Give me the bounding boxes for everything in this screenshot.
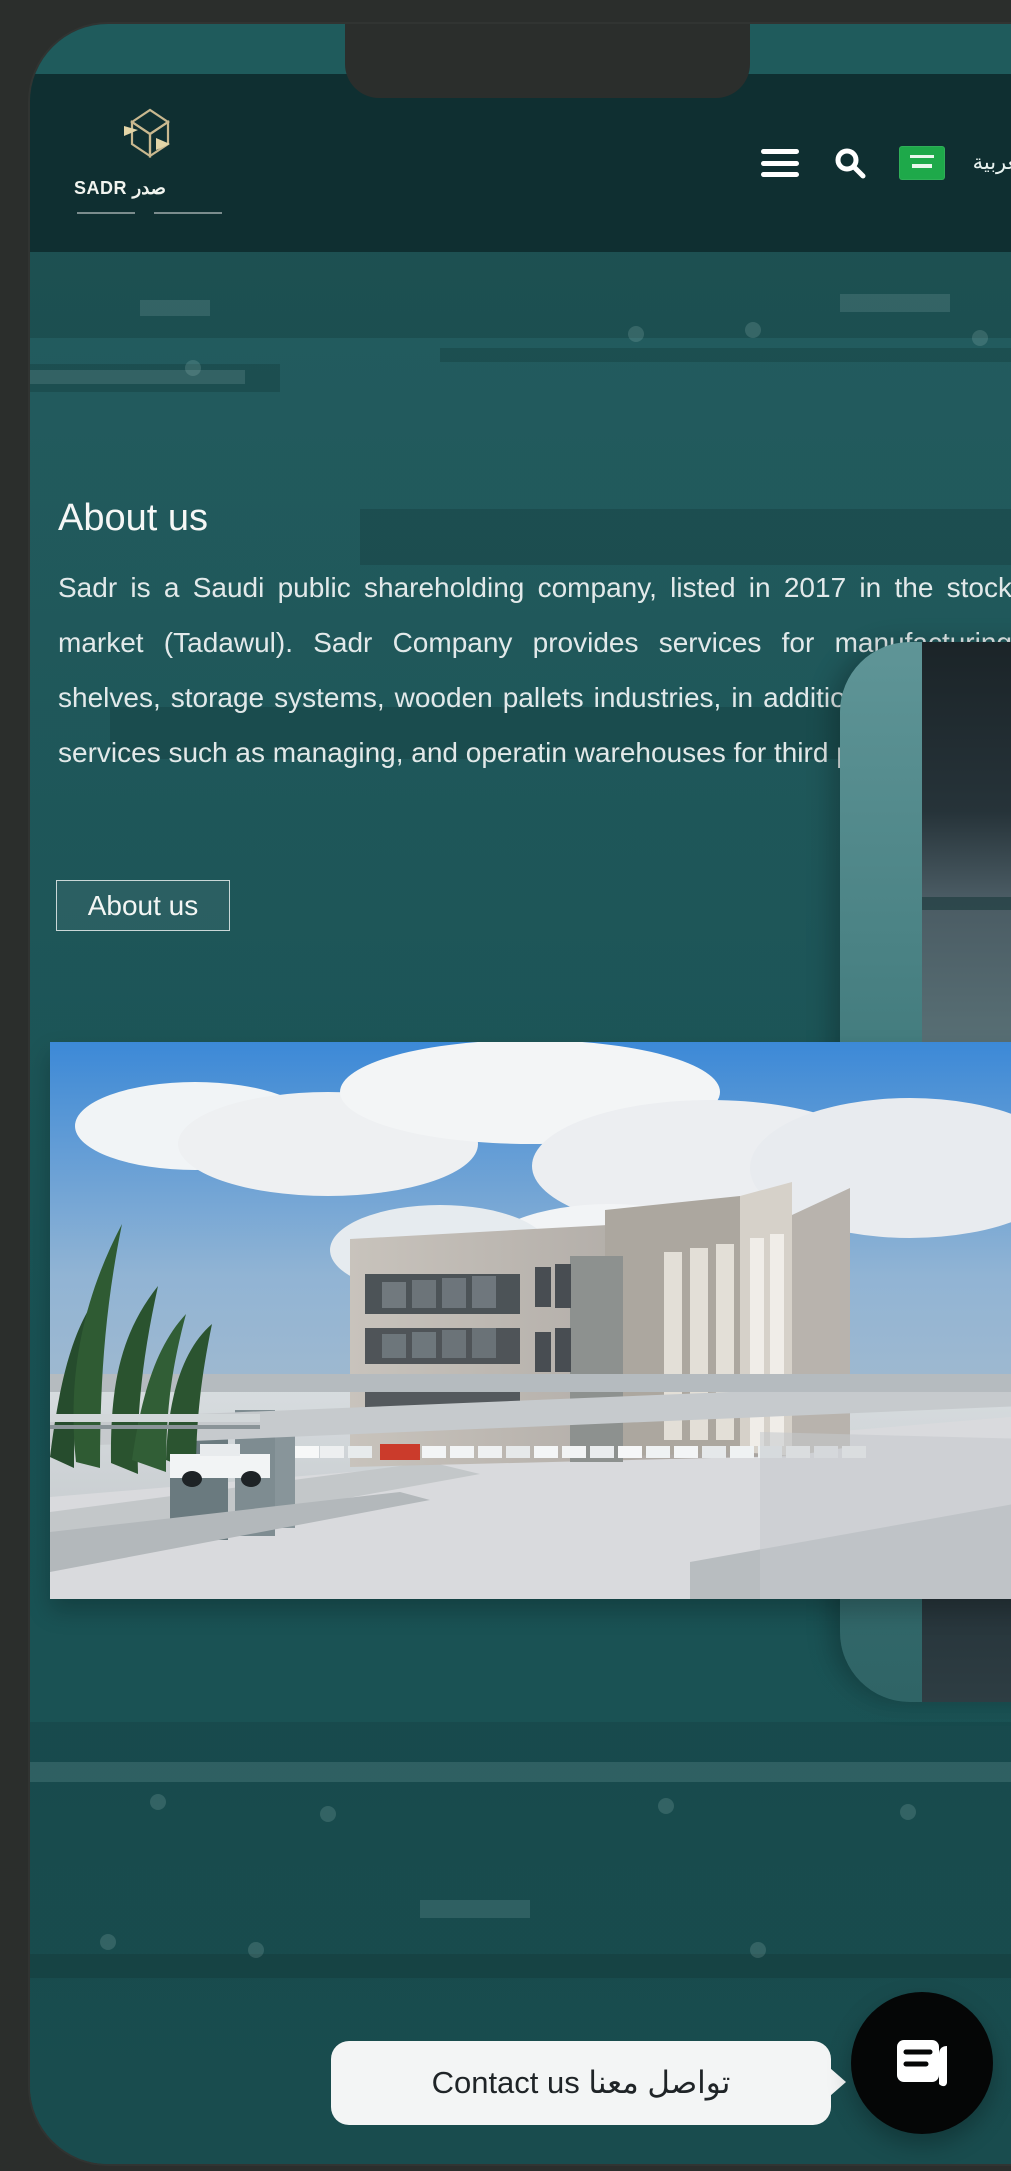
header-actions: العربية bbox=[759, 142, 1011, 184]
menu-button[interactable] bbox=[759, 142, 801, 184]
section-title: About us bbox=[58, 497, 208, 540]
logo-text: SADR صدر bbox=[74, 178, 166, 198]
top-navigation: SADR صدر ربية bbox=[30, 74, 1011, 252]
building-exterior-photo bbox=[50, 1042, 1011, 1599]
saudi-flag-icon[interactable] bbox=[898, 146, 945, 180]
logo-mark-icon bbox=[124, 108, 170, 159]
chat-icon bbox=[897, 2040, 947, 2087]
phone-frame: SADR صدر ربية About us Sadr is a Saudi p… bbox=[30, 24, 1011, 2164]
contact-us-bubble[interactable]: Contact us تواصل معنا bbox=[331, 2041, 846, 2125]
language-switch[interactable]: العربية bbox=[973, 151, 1011, 175]
logo-tagline bbox=[77, 208, 222, 218]
phone-notch bbox=[345, 24, 750, 98]
about-us-button[interactable]: About us bbox=[56, 880, 230, 931]
page: SADR صدر ربية About us Sadr is a Saudi p… bbox=[0, 0, 1011, 2171]
site-logo[interactable]: SADR صدر bbox=[74, 102, 224, 230]
hamburger-menu-icon bbox=[760, 149, 799, 177]
chat-button[interactable] bbox=[851, 1992, 993, 2134]
search-button[interactable] bbox=[829, 142, 871, 184]
search-icon bbox=[835, 148, 866, 179]
about-section: About us Sadr is a Saudi public sharehol… bbox=[30, 252, 1011, 2164]
